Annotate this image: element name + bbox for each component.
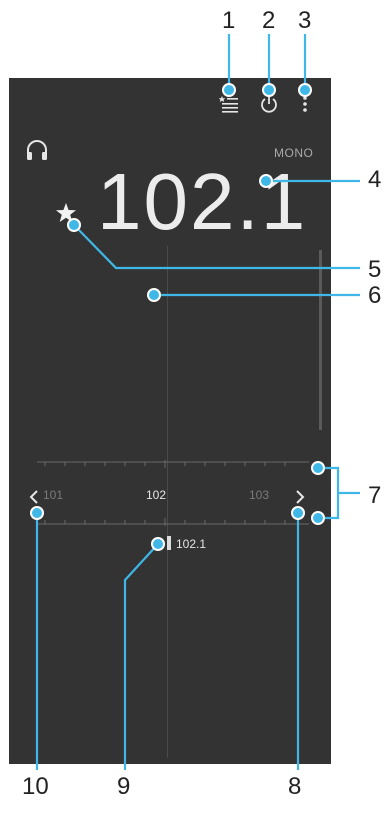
tick-label-101: 101: [43, 488, 64, 502]
scrollbar[interactable]: [319, 250, 322, 430]
power-icon[interactable]: [259, 94, 279, 114]
callout-6: 6: [368, 282, 382, 309]
callout-1: 1: [222, 7, 236, 34]
chevron-right-icon[interactable]: [295, 490, 305, 504]
tick-label-102: 102: [146, 488, 167, 502]
callout-3: 3: [298, 7, 312, 34]
current-frequency-label: 102.1: [176, 537, 207, 551]
callout-2: 2: [262, 7, 276, 34]
callout-4: 4: [368, 166, 382, 193]
frequency-display: 102.1: [97, 157, 308, 246]
callout-7: 7: [368, 482, 382, 509]
callout-8: 8: [288, 773, 302, 800]
favorites-list-icon[interactable]: [218, 94, 239, 114]
callout-10: 10: [22, 773, 49, 800]
star-icon[interactable]: [55, 202, 77, 224]
callout-5: 5: [368, 256, 382, 283]
current-frequency-marker: [167, 536, 171, 550]
tick-label-103: 103: [249, 488, 270, 502]
more-vert-icon[interactable]: [301, 94, 309, 114]
headphones-icon: [25, 138, 49, 162]
chevron-left-icon[interactable]: [29, 490, 39, 504]
callout-9: 9: [117, 773, 131, 800]
